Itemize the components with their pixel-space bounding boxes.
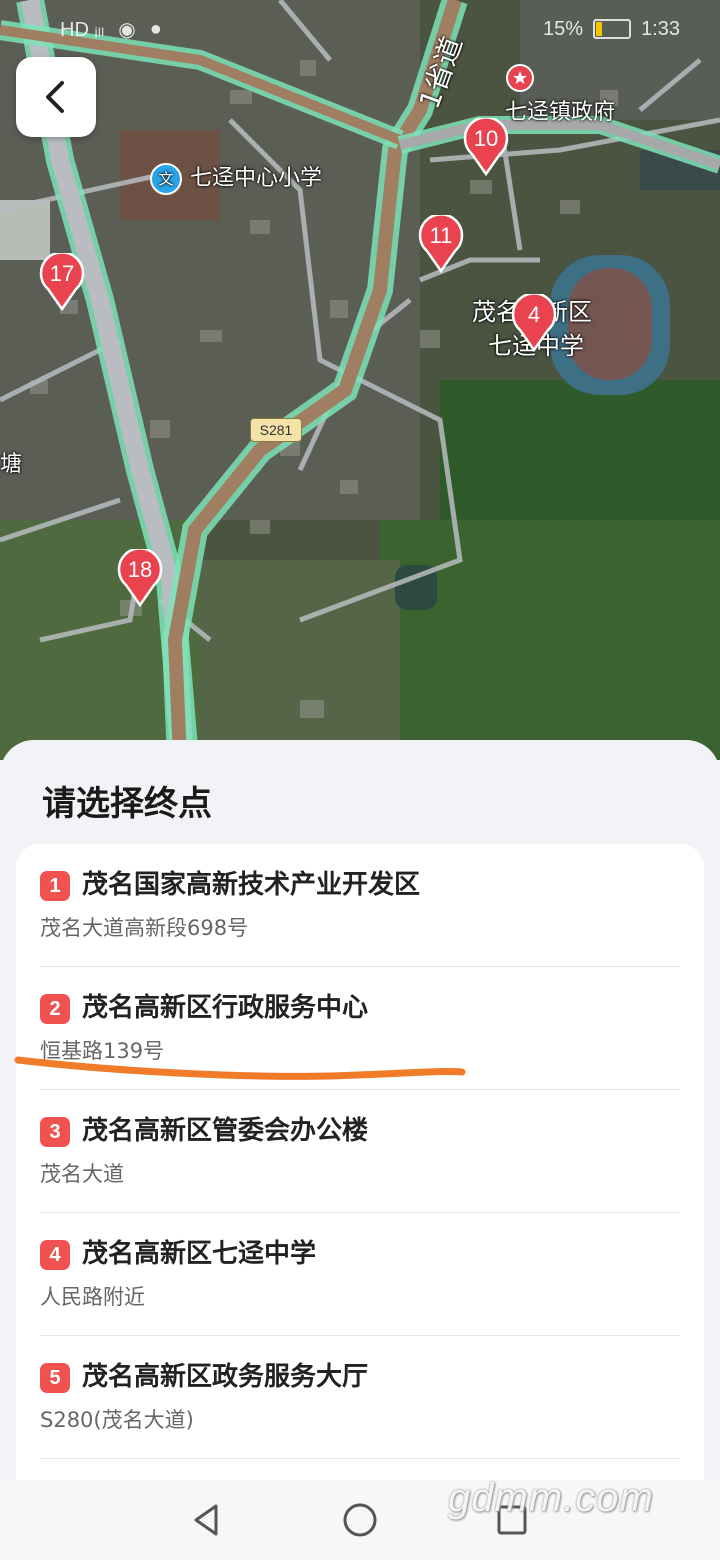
item-name: 茂名高新区政务服务大厅 — [82, 1362, 369, 1392]
map-pin-4[interactable]: 4 — [511, 294, 557, 352]
qq-icon: ● — [149, 17, 162, 40]
map-pin-17[interactable]: 17 — [39, 253, 85, 311]
item-name: 茂名高新区七迳中学 — [82, 1239, 317, 1269]
item-number-badge: 1 — [40, 871, 70, 901]
item-name: 茂名高新区管委会办公楼 — [82, 1116, 369, 1146]
list-item[interactable]: 4 茂名高新区七迳中学 人民路附近 — [40, 1213, 680, 1336]
eye-icon: ◉ — [118, 18, 136, 41]
sheet-title: 请选择终点 — [42, 784, 212, 824]
item-address: 茂名大道高新段698号 — [40, 916, 249, 940]
item-number-badge: 3 — [40, 1117, 70, 1147]
map-pin-18[interactable]: 18 — [117, 549, 163, 607]
poi-town-government-label: 七迳镇政府 — [505, 100, 616, 125]
divider — [40, 1458, 680, 1459]
road-shield-s281: S281 — [250, 418, 302, 442]
item-number-badge: 5 — [40, 1363, 70, 1393]
list-item[interactable]: 3 茂名高新区管委会办公楼 茂名大道 — [40, 1090, 680, 1213]
map-pin-label: 11 — [429, 223, 453, 248]
item-number-badge: 2 — [40, 994, 70, 1024]
poi-town-government[interactable]: 七迳镇政府 — [505, 64, 615, 126]
map-pin-label: 4 — [527, 302, 541, 327]
map-pin-label: 18 — [127, 557, 153, 582]
item-name: 茂名国家高新技术产业开发区 — [82, 870, 421, 900]
destination-sheet: 请选择终点 1 茂名国家高新技术产业开发区 茂名大道高新段698号 2 茂名高新… — [0, 740, 720, 1504]
item-name: 茂名高新区行政服务中心 — [82, 993, 369, 1023]
back-triangle-icon[interactable] — [186, 1500, 226, 1540]
school-icon: 文 — [150, 163, 182, 195]
signal-indicator: HD ᵢₗₗ — [60, 18, 105, 41]
list-item[interactable]: 1 茂名国家高新技术产业开发区 茂名大道高新段698号 — [40, 844, 680, 967]
annotation-underline — [14, 1056, 466, 1080]
destination-list: 1 茂名国家高新技术产业开发区 茂名大道高新段698号 2 茂名高新区行政服务中… — [16, 844, 704, 1504]
map-pin-10[interactable]: 10 — [463, 118, 509, 176]
map-pin-label: 10 — [473, 126, 499, 151]
village-label: 塘 — [0, 452, 23, 477]
chevron-left-icon — [46, 81, 64, 113]
battery-icon — [593, 19, 632, 39]
item-address: 人民路附近 — [40, 1285, 145, 1309]
list-item[interactable]: 5 茂名高新区政务服务大厅 S280(茂名大道) — [40, 1336, 680, 1459]
status-bar: HD ᵢₗₗ ◉ ● 15% 1:33 — [60, 14, 680, 44]
clock: 1:33 — [641, 17, 680, 40]
watermark: gdmm.com — [448, 1476, 654, 1520]
back-button[interactable] — [16, 57, 96, 137]
battery-percent: 15% — [543, 17, 584, 40]
satellite-map[interactable]: HD ᵢₗₗ ◉ ● 15% 1:33 1省道 七迳镇政府 文七迳中心小学 茂名… — [0, 0, 720, 760]
poi-primary-school-label: 七迳中心小学 — [190, 166, 323, 191]
item-address: S280(茂名大道) — [40, 1408, 194, 1432]
item-address: 茂名大道 — [40, 1162, 124, 1186]
poi-primary-school[interactable]: 文七迳中心小学 — [150, 160, 322, 195]
home-circle-icon[interactable] — [340, 1500, 380, 1540]
item-number-badge: 4 — [40, 1240, 70, 1270]
map-pin-11[interactable]: 11 — [418, 215, 464, 273]
map-pin-label: 17 — [49, 261, 75, 286]
government-star-icon — [506, 64, 534, 92]
